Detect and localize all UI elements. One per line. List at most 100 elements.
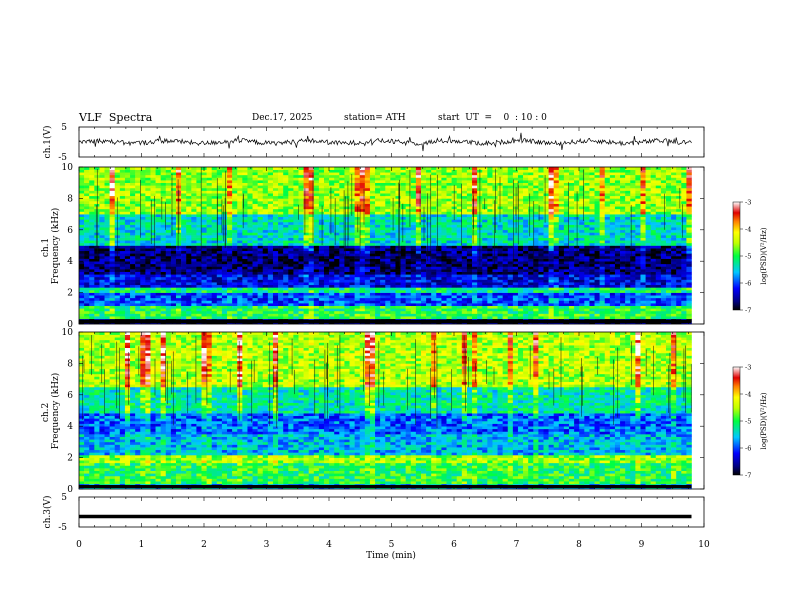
spectrogram-cell (538, 289, 544, 293)
spectrogram-cell (431, 245, 437, 249)
spectrogram-cell (354, 305, 361, 309)
spectrogram-cell (313, 295, 320, 299)
spectrogram-cell (364, 295, 371, 299)
spectrogram-cell (247, 310, 253, 314)
spectrogram-cell (415, 316, 422, 320)
spectrogram-cell (650, 227, 657, 231)
spectrogram-cell (247, 305, 253, 309)
spectrogram-cell (278, 250, 284, 254)
spectrogram-cell (528, 292, 534, 296)
spectrogram-cell (329, 282, 335, 286)
spectrogram-cell (477, 310, 483, 314)
spectrogram-cell (523, 229, 529, 233)
spectrogram-cell (548, 240, 554, 244)
spectrogram-cell (594, 237, 600, 241)
spectrogram-cell (293, 258, 299, 262)
spectrogram-cell (242, 279, 248, 283)
spectrogram-cell (165, 279, 172, 283)
spectrogram-cell (466, 282, 473, 286)
spectrogram-cell (344, 263, 350, 267)
spectrogram-cell (436, 250, 442, 254)
spectrogram-cell (288, 308, 294, 312)
spectrogram-cell (665, 313, 672, 317)
spectrogram-cell (533, 300, 539, 304)
spectrogram-cell (313, 274, 320, 278)
spectrogram-cell (313, 297, 320, 301)
spectrogram-cell (502, 237, 509, 241)
spectrogram-cell (472, 269, 478, 272)
spectrogram-cell (676, 284, 682, 288)
spectrogram-cell (369, 245, 376, 249)
spectrogram-cell (201, 227, 207, 231)
spectrogram-cell (186, 300, 192, 304)
spectrogram-cell (671, 263, 677, 267)
spectrogram-cell (558, 221, 565, 225)
spectrogram-cell (507, 282, 514, 286)
spectrogram-cell (114, 266, 121, 270)
spectrogram-cell (232, 242, 238, 246)
spectrogram-cell (318, 313, 325, 317)
spectrogram-cell (334, 255, 340, 259)
spectrogram-cell (477, 303, 483, 306)
spectrogram-cell (165, 284, 172, 288)
spectrogram-cell (548, 263, 554, 267)
spectrogram-cell (410, 258, 417, 262)
spectrogram-cell (257, 276, 264, 280)
spectrogram-cell (181, 274, 187, 278)
spectrogram-cell (507, 289, 514, 293)
spectrogram-cell (196, 287, 202, 291)
spectrogram-cell (507, 300, 514, 304)
spectrogram-cell (242, 292, 248, 296)
spectrogram-cell (461, 245, 468, 249)
spectrogram-cell (410, 271, 417, 275)
spectrogram-cell (604, 237, 611, 241)
spectrogram-cell (614, 276, 621, 280)
spectrogram-cell (558, 274, 565, 278)
spectrogram-cell (594, 253, 600, 257)
spectrogram-cell (543, 284, 549, 288)
spectrogram-cell (324, 303, 330, 306)
spectrogram-cell (420, 303, 427, 306)
spectrogram-cell (686, 266, 692, 270)
spectrogram-cell (232, 282, 238, 286)
spectrogram-cell (645, 295, 651, 299)
spectrogram-cell (145, 292, 151, 296)
spectrogram-cell (175, 240, 182, 244)
spectrogram-cell (497, 255, 503, 259)
spectrogram-cell (650, 235, 657, 238)
spectrogram-cell (620, 310, 626, 314)
spectrogram-cell (609, 300, 616, 304)
spectrogram-cell (512, 269, 519, 272)
spectrogram-cell (676, 232, 682, 236)
spectrogram-cell (181, 240, 187, 244)
spectrogram-cell (369, 269, 376, 272)
spectrogram-cell (272, 289, 279, 293)
spectrogram-cell (221, 248, 228, 252)
spectrogram-cell (472, 305, 478, 309)
spectrogram-cell (645, 313, 651, 317)
spectrogram-cell (339, 274, 345, 278)
spectrogram-cell (247, 287, 253, 291)
spectrogram-cell (671, 227, 677, 231)
spectrogram-cell (170, 245, 177, 249)
spectrogram-cell (130, 269, 136, 272)
spectrogram-cell (124, 224, 131, 228)
spectrogram-cell (283, 282, 289, 286)
spectrogram-cell (640, 229, 646, 233)
spectrogram-cell (160, 232, 167, 236)
spectrogram-cell (415, 274, 422, 278)
spectrogram-cell (242, 240, 248, 244)
spectrogram-cell (119, 292, 126, 296)
spectrogram-cell (181, 258, 187, 262)
spectrogram-cell (456, 316, 463, 320)
spectrogram-cell (130, 295, 136, 299)
spectrogram-cell (375, 274, 381, 278)
spectrogram-cell (150, 300, 156, 304)
spectrogram-cell (395, 255, 401, 259)
spectrogram-cell (538, 266, 544, 270)
spectrogram-cell (303, 235, 309, 238)
spectrogram-cell (308, 248, 315, 252)
spectrogram-cell (191, 284, 197, 288)
spectrogram-cell (671, 271, 677, 275)
spectrogram-cell (640, 308, 646, 312)
